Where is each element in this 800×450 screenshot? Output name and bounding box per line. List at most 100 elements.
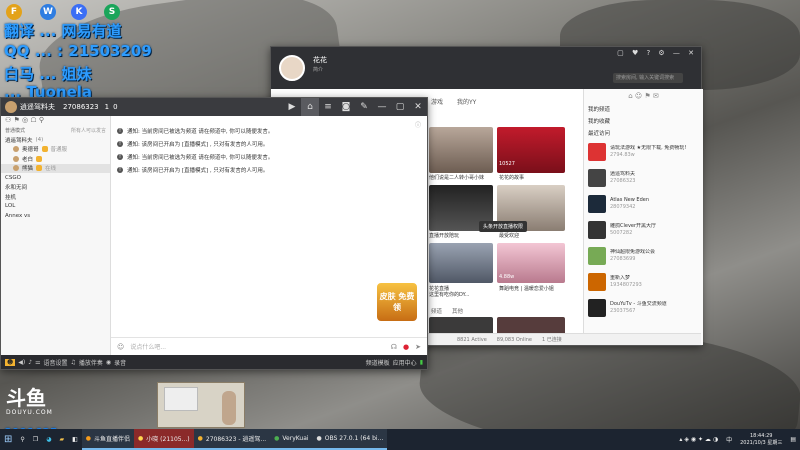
channel-tree-item[interactable]: Annex vs bbox=[1, 211, 110, 221]
channel-avatar bbox=[588, 221, 606, 239]
taskbar-app[interactable]: ● VeryKuai bbox=[270, 429, 313, 450]
user-name: 花花 bbox=[313, 56, 327, 64]
mic-icon[interactable]: ♪ bbox=[28, 359, 32, 366]
app-icon[interactable]: W bbox=[40, 4, 56, 20]
minimize-icon[interactable]: — bbox=[373, 98, 391, 116]
gamepad-icon[interactable]: ◙ bbox=[337, 98, 355, 116]
search-input[interactable]: 搜索房间, 输入关键词搜索 bbox=[613, 73, 683, 83]
channel-tree-item[interactable]: 永和无间 bbox=[1, 183, 110, 193]
mic-icon[interactable]: ● bbox=[403, 343, 409, 351]
speech-icon[interactable]: ☊ bbox=[391, 343, 397, 351]
send-icon[interactable]: ➤ bbox=[415, 343, 421, 351]
search-icon[interactable]: ⚲ bbox=[16, 429, 28, 450]
promo-badge[interactable]: 皮肤 免费领 bbox=[375, 281, 419, 323]
home-icon[interactable]: ⌂ bbox=[301, 98, 319, 116]
tree-label: 奥德哥 bbox=[22, 147, 39, 154]
nav-tabs[interactable]: 游戏 我的YY bbox=[431, 97, 476, 106]
list-icon[interactable]: ≡ bbox=[319, 98, 337, 116]
user-sub: 简介 bbox=[313, 67, 324, 73]
start-button[interactable]: ⊞ bbox=[0, 429, 16, 450]
channel-tree-item[interactable]: CSGO bbox=[1, 173, 110, 183]
section-my-channels[interactable]: 我的频道 bbox=[584, 103, 703, 115]
thumbnail[interactable] bbox=[429, 127, 493, 173]
message-text: 通知: 该房间已开启为 [直播模式] , 只对有发言的人可用。 bbox=[127, 141, 269, 148]
webcam-preview[interactable] bbox=[157, 382, 245, 428]
volume-icon[interactable]: ◀) bbox=[18, 359, 25, 366]
tree-tag: 普通服 bbox=[50, 147, 68, 154]
tree-toolbar[interactable]: ⚇ ⚑ ◎ ☖ ⚲ bbox=[1, 116, 110, 126]
tab-other[interactable]: 其他 bbox=[452, 307, 463, 315]
eq-icon[interactable]: ⚌ bbox=[35, 359, 40, 366]
douyu-sub: DOUYU.COM bbox=[6, 409, 53, 416]
taskbar-app[interactable]: ● 27086323 - 逍遥驾... bbox=[193, 429, 271, 450]
section-tabs[interactable]: 频道 其他 bbox=[431, 307, 463, 315]
notice-icon: ! bbox=[117, 127, 123, 134]
app-icon[interactable]: S bbox=[104, 4, 120, 20]
thumbnail[interactable] bbox=[429, 243, 493, 283]
channel-item[interactable]: Atlas New Eden 28079342 bbox=[584, 191, 703, 217]
app-icon[interactable]: K bbox=[71, 4, 87, 20]
language-indicator[interactable]: 中 bbox=[722, 429, 736, 450]
voice-settings-button[interactable]: 语音设置 bbox=[43, 358, 67, 367]
app-logo[interactable]: ☻ bbox=[5, 358, 16, 366]
section-recent[interactable]: 最近访问 bbox=[584, 127, 703, 139]
overlay-line: 白马 ... 姐妹 bbox=[4, 65, 92, 83]
clock-time: 18:44:29 bbox=[749, 432, 773, 439]
rank-badge bbox=[36, 155, 43, 162]
edge-icon[interactable]: ◕ bbox=[42, 429, 55, 450]
music-icon[interactable]: ♫ bbox=[70, 359, 75, 366]
app-icon[interactable]: F bbox=[6, 4, 22, 20]
clock[interactable]: 18:44:29 2021/10/3 星期三 bbox=[736, 433, 786, 447]
channel-tree-item[interactable]: 挂机 bbox=[1, 192, 110, 202]
notice-icon: ! bbox=[117, 166, 123, 173]
channel-avatar bbox=[588, 169, 606, 187]
channel-tree-item[interactable]: 老白 bbox=[1, 154, 110, 164]
section-favorites[interactable]: 我的收藏 bbox=[584, 115, 703, 127]
maximize-icon[interactable]: ▢ bbox=[391, 98, 409, 116]
tree-label: 老白 bbox=[22, 156, 34, 163]
channel-name: 重新入梦 bbox=[610, 275, 631, 281]
channel-tree-item[interactable]: 熊猫 在线 bbox=[1, 163, 110, 173]
channel-tree-item[interactable]: 逍遥驾料夫 (4) bbox=[1, 135, 110, 145]
channel-id: 2794.83w bbox=[610, 152, 635, 158]
mode-label[interactable]: 普通模式 bbox=[5, 127, 25, 134]
notification-icon[interactable]: ▤ bbox=[786, 429, 800, 450]
channel-tree-item[interactable]: LOL bbox=[1, 202, 110, 212]
tab-myyy[interactable]: 我的YY bbox=[457, 97, 476, 106]
tool-icon[interactable]: ✎ bbox=[355, 98, 373, 116]
mode-row[interactable]: 普通模式 所有人可以发言 bbox=[1, 126, 110, 135]
play-music-button[interactable]: 播放伴奏 bbox=[79, 358, 103, 367]
tree-label: 挂机 bbox=[5, 194, 17, 201]
channel-tree-item[interactable]: 奥德哥 普通服 bbox=[1, 145, 110, 155]
tab-game[interactable]: 游戏 bbox=[431, 97, 443, 106]
tray-icons[interactable]: ▴ ◈ ◉ ✦ ☁ ◑ bbox=[675, 429, 722, 450]
message-text: 通知: 该房间已开启为 [直播模式] , 只对有发言的人可用。 bbox=[127, 167, 269, 174]
message-input[interactable]: 说点什么吧... bbox=[130, 342, 384, 351]
template-button[interactable]: 频道模板 bbox=[366, 358, 390, 367]
tab-channel[interactable]: 频道 bbox=[431, 307, 442, 315]
emoji-icon[interactable]: ☺ bbox=[117, 343, 124, 351]
avatar[interactable] bbox=[279, 55, 305, 81]
channel-item[interactable]: 请玩法游戏 ★无限下载, 免费畅玩! 2794.83w bbox=[584, 139, 703, 165]
close-icon[interactable]: ✕ bbox=[409, 98, 427, 116]
channel-item[interactable]: 重新入梦 1934807293 bbox=[584, 269, 703, 295]
taskbar-app-icon[interactable]: ◧ bbox=[68, 429, 82, 450]
channel-item[interactable]: DouYuTv - 斗鱼交流频道 23037567 bbox=[584, 295, 703, 321]
record-button[interactable]: 录音 bbox=[114, 358, 126, 367]
channel-item[interactable]: 逍遥驾料夫 27086323 bbox=[584, 165, 703, 191]
user-count: 1 bbox=[104, 103, 110, 111]
task-view-icon[interactable]: ❐ bbox=[29, 429, 42, 450]
explorer-icon[interactable]: ▰ bbox=[55, 429, 68, 450]
record-icon[interactable]: ◉ bbox=[106, 359, 111, 366]
video-icon[interactable]: ▶ bbox=[283, 98, 301, 116]
panel-icons[interactable]: ⌂ ☺ ⚑ ✉ bbox=[584, 89, 703, 103]
channel-item[interactable]: 神仙超限免游戏公会 27083699 bbox=[584, 243, 703, 269]
taskbar-app[interactable]: ● OBS 27.0.1 (64 bi... bbox=[312, 429, 388, 450]
app-center-button[interactable]: 应用中心 bbox=[393, 358, 417, 367]
channel-item[interactable]: 雕鸽Clever开黑大厅 5007282 bbox=[584, 217, 703, 243]
info-icon[interactable]: ⓘ bbox=[415, 120, 421, 129]
taskbar-app[interactable]: ● 小晓 (21105...) bbox=[134, 429, 194, 450]
window-controls[interactable]: ▢ ♥ ? ⚙ — ✕ bbox=[617, 49, 697, 57]
thumb-label: 最受欢迎 bbox=[499, 233, 520, 239]
taskbar-app[interactable]: ● 斗鱼直播伴侣 bbox=[81, 429, 134, 450]
